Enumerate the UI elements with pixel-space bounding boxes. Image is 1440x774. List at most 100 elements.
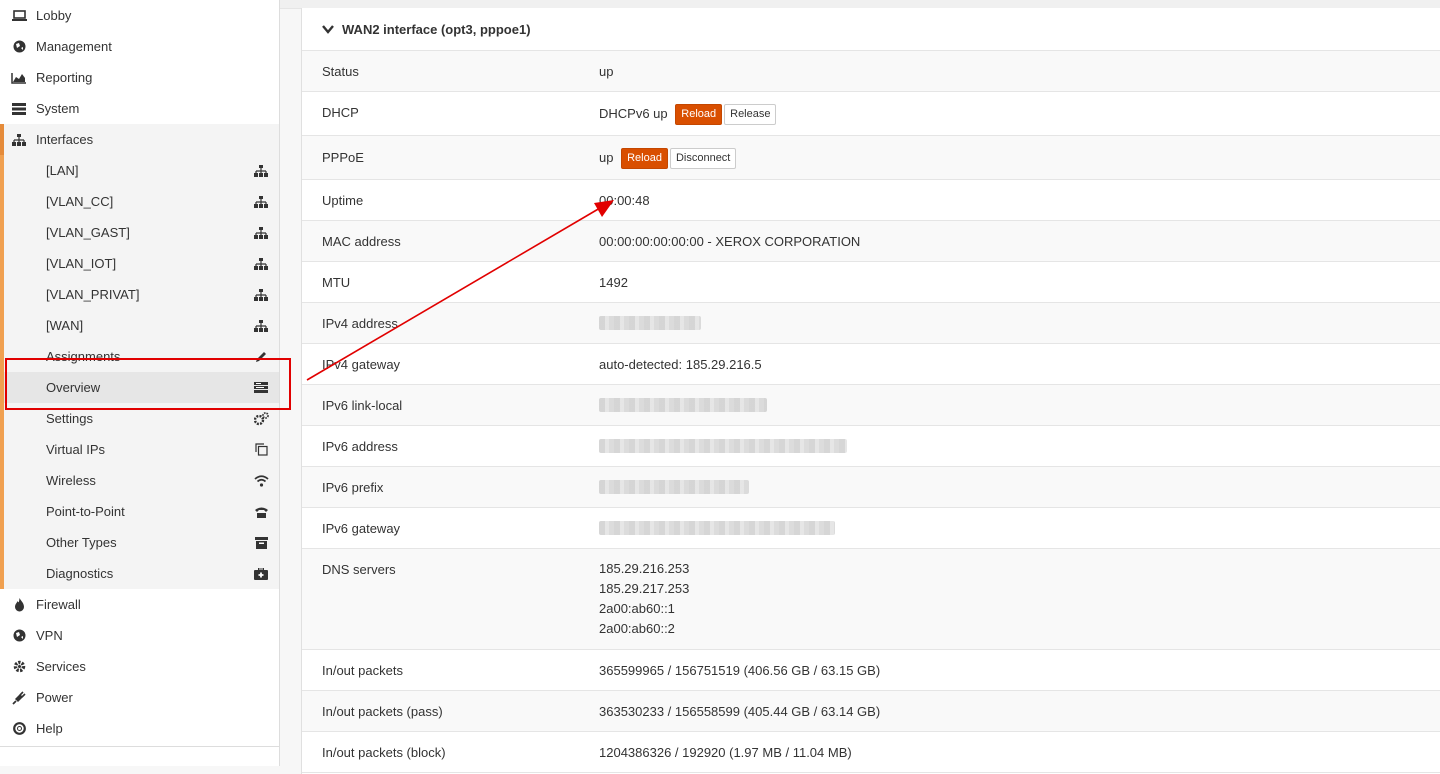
sub-wan[interactable]: [WAN] [4,310,279,341]
dns-server: 185.29.216.253 [599,561,690,576]
sitemap-icon [253,256,269,272]
globe-icon [10,39,28,55]
table-row: MTU 1492 [302,262,1440,303]
sidebar-divider [0,746,279,747]
sub-overview[interactable]: Overview [4,372,279,403]
row-key: DHCP [322,105,359,120]
sub-vlan-cc[interactable]: [VLAN_CC] [4,186,279,217]
sitemap-icon [253,163,269,179]
nav-interfaces[interactable]: Interfaces [0,124,279,155]
row-key: MAC address [322,234,401,249]
sub-virtual-ips[interactable]: Virtual IPs [4,434,279,465]
globe-icon [10,628,28,644]
row-key: IPv6 gateway [322,521,401,536]
row-value: 00:00:48 [599,193,650,208]
nav-vpn[interactable]: VPN [0,620,279,651]
dns-server: 185.29.217.253 [599,581,690,596]
redacted-value [599,439,847,453]
table-row: Uptime 00:00:48 [302,180,1440,221]
table-row: IPv4 gateway auto-detected: 185.29.216.5 [302,344,1440,385]
sub-wan-label: [WAN] [46,318,84,333]
redacted-value [599,398,767,412]
sub-vlan-iot[interactable]: [VLAN_IOT] [4,248,279,279]
sub-assignments[interactable]: Assignments [4,341,279,372]
nav-management[interactable]: Management [0,31,279,62]
details-table: Status up DHCP DHCPv6 up Reload Release P… [302,51,1440,773]
nav-reporting[interactable]: Reporting [0,62,279,93]
dhcp-reload-button[interactable]: Reload [675,104,723,125]
row-value [599,303,1440,343]
sub-vlan-gast[interactable]: [VLAN_GAST] [4,217,279,248]
table-row: In/out packets (block) 1204386326 / 1929… [302,732,1440,773]
nav-lobby[interactable]: Lobby [0,0,279,31]
panel-header[interactable]: WAN2 interface (opt3, pppoe1) [302,8,1440,51]
row-key: PPPoE [322,150,364,165]
panel-title: WAN2 interface (opt3, pppoe1) [342,21,531,37]
nav-interfaces-label: Interfaces [36,132,94,147]
sub-lan[interactable]: [LAN] [4,155,279,186]
redacted-value [599,521,835,535]
sub-diagnostics[interactable]: Diagnostics [4,558,279,589]
sub-overview-label: Overview [46,380,101,395]
row-value [599,385,1440,425]
sub-settings[interactable]: Settings [4,403,279,434]
chevron-down-icon[interactable] [322,24,334,34]
clone-icon [253,442,269,458]
row-key: Uptime [322,193,364,208]
dhcp-release-button[interactable]: Release [724,104,777,125]
pencil-icon [253,349,269,365]
redacted-value [599,316,701,330]
phone-icon [253,504,269,520]
sidebar: Lobby Management Reporting System Interf… [0,0,280,766]
pppoe-status: up [599,149,614,165]
table-row: In/out packets 365599965 / 156751519 (40… [302,650,1440,691]
sub-settings-label: Settings [46,411,93,426]
row-key: In/out packets (pass) [322,704,443,719]
wifi-icon [253,473,269,489]
table-row: IPv4 address [302,303,1440,344]
row-key: IPv4 address [322,316,398,331]
row-value: 363530233 / 156558599 (405.44 GB / 63.14… [599,704,881,719]
sub-point-to-point[interactable]: Point-to-Point [4,496,279,527]
interface-panel: WAN2 interface (opt3, pppoe1) Status up … [301,8,1440,774]
sitemap-icon [253,287,269,303]
nav-power[interactable]: Power [0,682,279,713]
nav-help[interactable]: Help [0,713,279,744]
redacted-value [599,480,749,494]
dhcp-status: DHCPv6 up [599,105,668,121]
nav-management-label: Management [36,39,112,54]
sub-assignments-label: Assignments [46,349,121,364]
sub-vlan-cc-label: [VLAN_CC] [46,194,114,209]
sub-wireless[interactable]: Wireless [4,465,279,496]
nav-services[interactable]: Services [0,651,279,682]
nav-vpn-label: VPN [36,628,63,643]
row-value: up [599,64,614,79]
sub-other-types-label: Other Types [46,535,117,550]
row-key: IPv6 link-local [322,398,403,413]
table-row: IPv6 address [302,426,1440,467]
table-row: MAC address 00:00:00:00:00:00 - XEROX CO… [302,221,1440,262]
row-value: DHCPv6 up Reload Release [599,92,1440,135]
sub-virtual-ips-label: Virtual IPs [46,442,106,457]
table-row: IPv6 gateway [302,508,1440,549]
dns-server: 2a00:ab60::2 [599,621,675,636]
pppoe-reload-button[interactable]: Reload [621,148,668,169]
table-row: DNS servers 185.29.216.253 185.29.217.25… [302,549,1440,650]
row-value: 00:00:00:00:00:00 - XEROX CORPORATION [599,234,861,249]
row-key: In/out packets [322,663,403,678]
nav-reporting-label: Reporting [36,70,93,85]
sitemap-icon [253,225,269,241]
row-key: MTU [322,275,351,290]
fire-icon [10,597,28,613]
medkit-icon [253,566,269,582]
sub-other-types[interactable]: Other Types [4,527,279,558]
pppoe-disconnect-button[interactable]: Disconnect [669,148,737,169]
interfaces-submenu: [LAN] [VLAN_CC] [VLAN_GAST] [VLAN_IOT] [… [0,155,279,589]
sub-vlan-iot-label: [VLAN_IOT] [46,256,117,271]
dns-server: 2a00:ab60::1 [599,601,675,616]
row-value: 365599965 / 156751519 (406.56 GB / 63.15… [599,663,881,678]
sub-vlan-privat[interactable]: [VLAN_PRIVAT] [4,279,279,310]
nav-firewall[interactable]: Firewall [0,589,279,620]
table-row: DHCP DHCPv6 up Reload Release [302,92,1440,136]
nav-system[interactable]: System [0,93,279,124]
